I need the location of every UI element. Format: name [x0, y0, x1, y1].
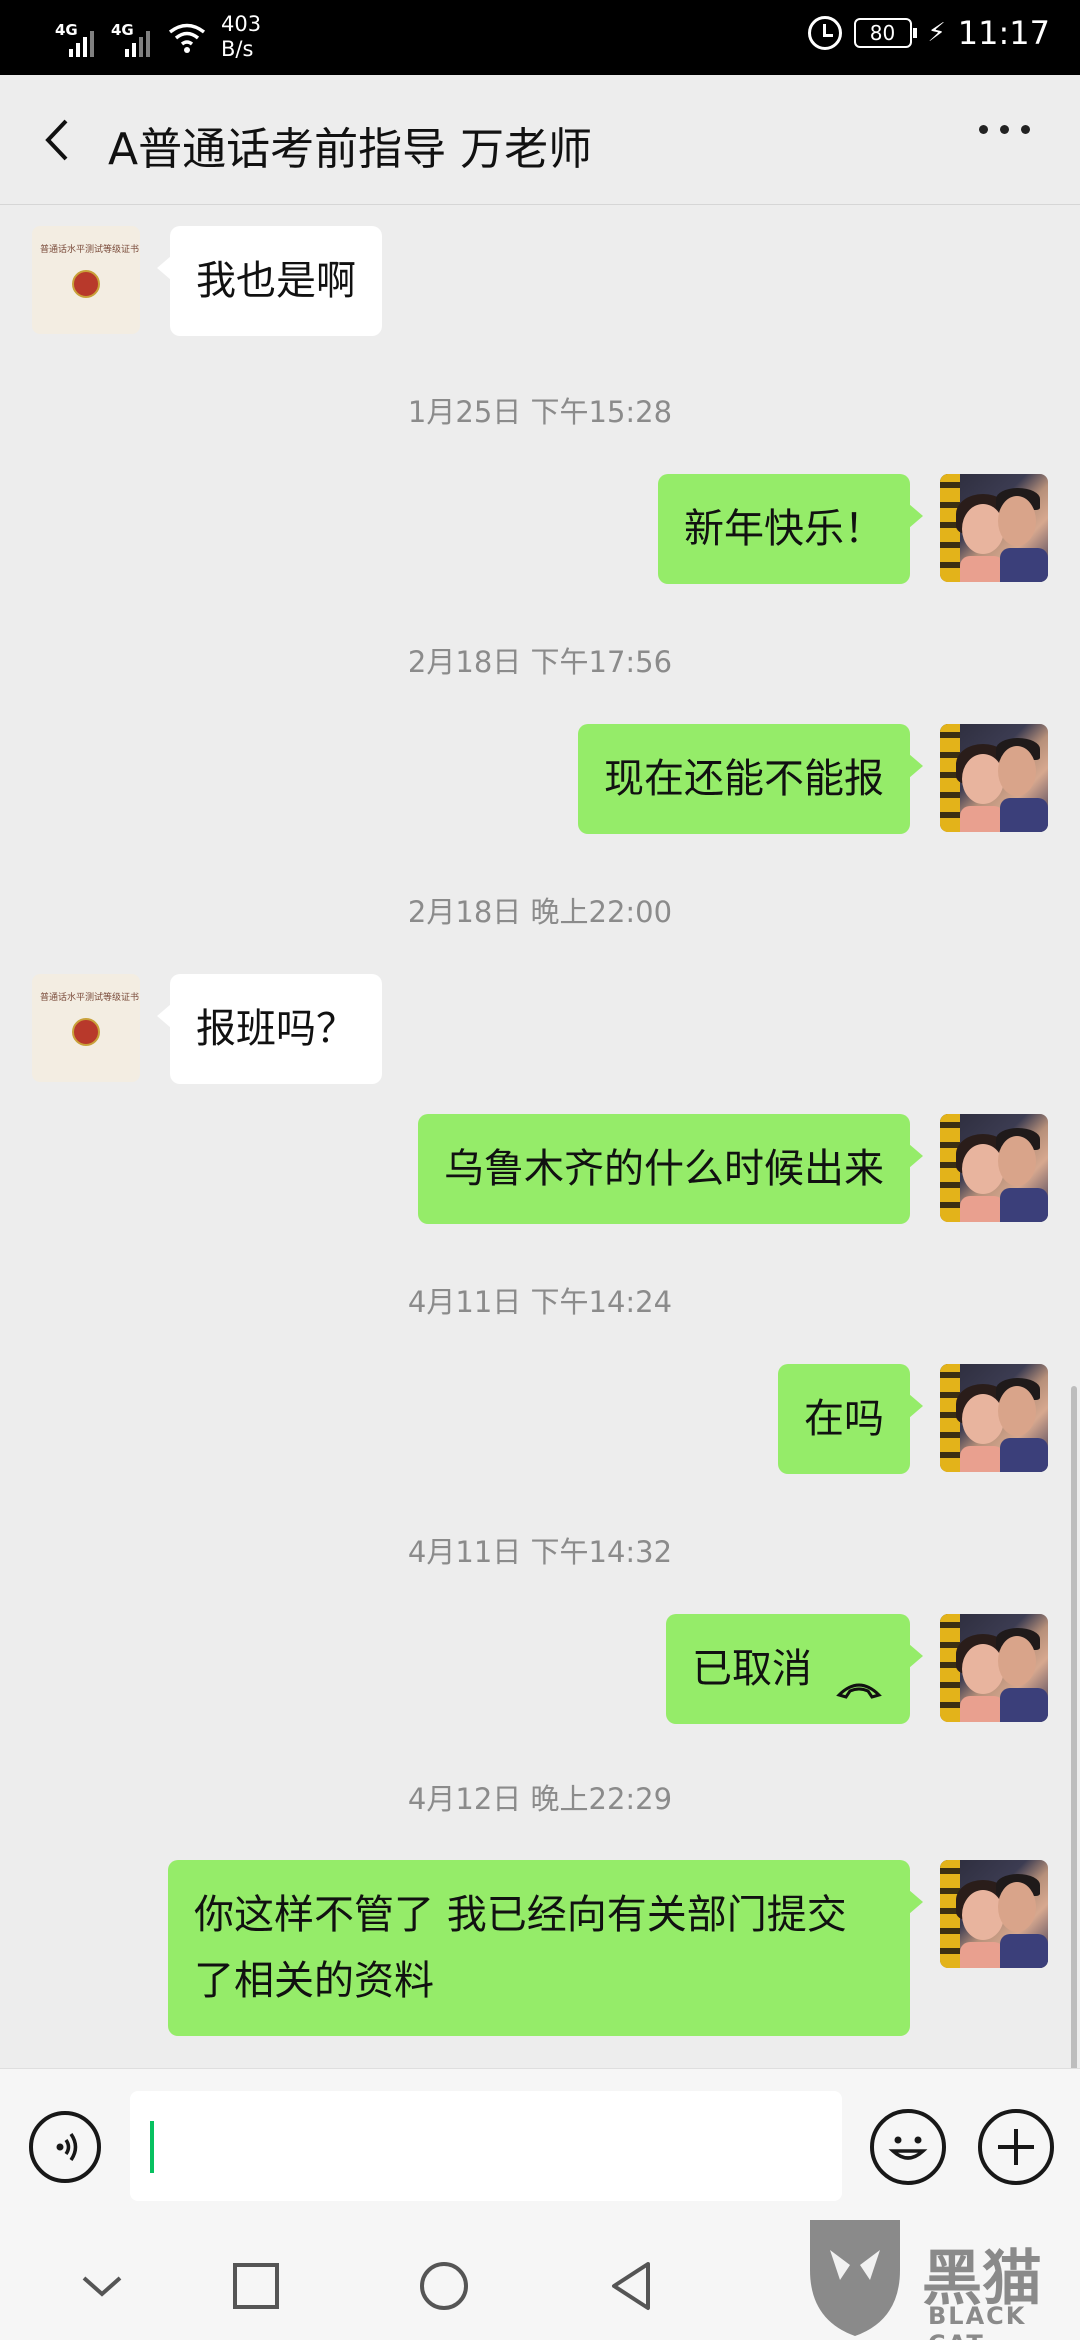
- timestamp: 4月12日 晚上22:29: [407, 1782, 673, 1816]
- timestamp: 2月18日 下午17:56: [407, 645, 673, 679]
- message-list[interactable]: 普通话水平测试等级证书 我也是啊 1月25日 下午15:28 新年快乐！ 2月1…: [0, 206, 1080, 2068]
- network-speed: 403 B/s: [221, 12, 262, 61]
- my-avatar[interactable]: [940, 1114, 1048, 1222]
- emoji-icon[interactable]: [870, 2109, 946, 2185]
- alarm-icon: [807, 16, 842, 50]
- message-bubble-incoming[interactable]: 我也是啊: [157, 226, 382, 336]
- message-bubble-incoming[interactable]: 报班吗？: [157, 974, 382, 1084]
- my-avatar[interactable]: [940, 1860, 1048, 1968]
- my-avatar[interactable]: [940, 1614, 1048, 1722]
- hide-keyboard-icon[interactable]: [72, 2256, 132, 2316]
- charging-icon: ⚡: [927, 18, 946, 48]
- my-avatar[interactable]: [940, 724, 1048, 832]
- status-time: 11:17: [957, 14, 1050, 52]
- message-bubble-outgoing[interactable]: 乌鲁木齐的什么时候出来: [418, 1114, 923, 1224]
- message-bubble-outgoing[interactable]: 你这样不管了 我已经向有关部门提交了相关的资料: [168, 1860, 923, 2036]
- plus-icon[interactable]: [978, 2109, 1054, 2185]
- back-icon[interactable]: [602, 2256, 662, 2316]
- more-dots-icon[interactable]: [979, 125, 1030, 134]
- text-caret: [150, 2121, 154, 2173]
- message-bubble-outgoing[interactable]: 在吗: [778, 1364, 923, 1474]
- timestamp: 2月18日 晚上22:00: [407, 895, 673, 929]
- phone-hangup-icon: [834, 1655, 884, 1699]
- watermark-logo: 黑猫 BLACK CAT: [790, 2210, 1080, 2340]
- status-bar: 4G 4G 403 B/s 80 ⚡ 11:17: [0, 0, 1080, 75]
- input-bar: [0, 2068, 1080, 2228]
- cat-shield-icon: [810, 2220, 900, 2336]
- home-icon[interactable]: [414, 2256, 474, 2316]
- timestamp: 4月11日 下午14:32: [407, 1535, 673, 1569]
- signal-icon: 4G: [55, 17, 97, 57]
- message-input[interactable]: [130, 2091, 842, 2201]
- message-bubble-outgoing[interactable]: 现在还能不能报: [578, 724, 923, 834]
- message-bubble-outgoing[interactable]: 新年快乐！: [658, 474, 923, 584]
- recents-icon[interactable]: [226, 2256, 286, 2316]
- call-cancelled-bubble[interactable]: 已取消: [666, 1614, 923, 1724]
- chevron-left-icon[interactable]: [36, 115, 86, 165]
- my-avatar[interactable]: [940, 1364, 1048, 1472]
- teacher-avatar[interactable]: 普通话水平测试等级证书: [32, 226, 140, 334]
- my-avatar[interactable]: [940, 474, 1048, 582]
- teacher-avatar[interactable]: 普通话水平测试等级证书: [32, 974, 140, 1082]
- signal-icon-2: 4G: [111, 17, 153, 57]
- call-status-text: 已取消: [692, 1646, 812, 1692]
- wifi-icon: [167, 17, 207, 57]
- timestamp: 4月11日 下午14:24: [407, 1285, 673, 1319]
- chat-title: A普通话考前指导 万老师: [108, 124, 593, 175]
- timestamp: 1月25日 下午15:28: [407, 395, 673, 429]
- voice-icon[interactable]: [29, 2111, 101, 2183]
- battery-icon: 80: [853, 18, 917, 48]
- scrollbar[interactable]: [1071, 1386, 1077, 2068]
- chat-header: A普通话考前指导 万老师: [0, 75, 1080, 205]
